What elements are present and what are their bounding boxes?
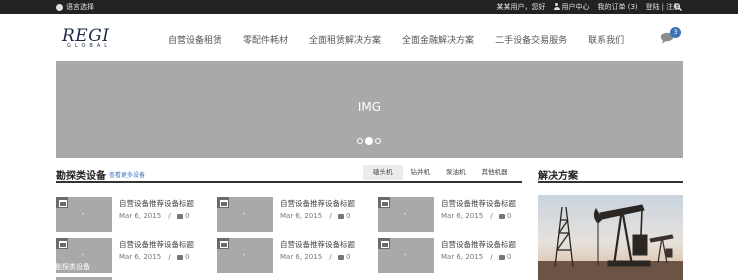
product-meta: Mar 6, 2015 / 0: [280, 212, 350, 220]
carousel-indicators: [357, 137, 381, 145]
product-date: Mar 6, 2015: [280, 253, 323, 261]
cart-icon[interactable]: [56, 197, 68, 208]
section-divider: [56, 181, 522, 183]
product-thumbnail[interactable]: *: [217, 238, 273, 273]
meta-separator: /: [168, 253, 171, 261]
nav-item-used-equipment[interactable]: 二手设备交易服务: [495, 33, 567, 46]
product-meta: Mar 6, 2015 / 0: [280, 253, 350, 261]
tab-oil-pump[interactable]: 泵油机: [438, 165, 474, 180]
solution-caption[interactable]: 勘探类设备: [0, 262, 145, 272]
tab-other-machines[interactable]: 其他机器: [474, 165, 516, 180]
globe-icon: [56, 3, 63, 11]
login-link[interactable]: 登陆: [646, 0, 660, 14]
greeting-text: 某某用户，您好: [496, 3, 546, 11]
solutions-divider: [538, 181, 683, 183]
carousel-dot[interactable]: [357, 138, 363, 144]
product-date: Mar 6, 2015: [280, 212, 323, 220]
product-date: Mar 6, 2015: [119, 212, 162, 220]
logo-wordmark: REGI: [62, 26, 110, 46]
language-label[interactable]: 语言选择: [66, 0, 94, 14]
user-center-link[interactable]: 用户中心: [553, 0, 590, 14]
carousel-dot[interactable]: [375, 138, 381, 144]
nav-item-leasing-solutions[interactable]: 全面租赁解决方案: [309, 33, 381, 46]
language-selector[interactable]: 语言选择: [56, 0, 94, 14]
meta-separator: /: [329, 253, 332, 261]
top-bar: 语言选择 某某用户，您好 用户中心 我的订单 (3) 登陆 | 注册: [0, 0, 738, 14]
cart-icon[interactable]: [378, 197, 390, 208]
cart-icon[interactable]: [217, 197, 229, 208]
product-thumbnail[interactable]: *: [217, 197, 273, 232]
solution-image[interactable]: [538, 195, 683, 280]
view-more-link[interactable]: 查看更多设备: [109, 170, 145, 179]
user-icon: [553, 3, 560, 10]
meta-separator: /: [168, 212, 171, 220]
product-title[interactable]: 自营设备推荐设备标题: [441, 239, 516, 250]
comment-count: 0: [184, 253, 190, 261]
solutions-title: 解决方案: [538, 171, 578, 182]
message-count-badge: 3: [670, 27, 681, 38]
nav-item-finance-solutions[interactable]: 全面金融解决方案: [402, 33, 474, 46]
product-title[interactable]: 自营设备推荐设备标题: [280, 198, 355, 209]
user-center-label[interactable]: 用户中心: [562, 3, 590, 11]
banner-image-label: IMG: [357, 100, 382, 114]
product-thumbnail[interactable]: *: [378, 238, 434, 273]
comment-icon: [176, 213, 183, 219]
cart-icon[interactable]: [56, 238, 68, 249]
category-tabs: 磕头机 钻井机 泵油机 其他机器: [363, 165, 516, 180]
nav-item-parts[interactable]: 零配件耗材: [243, 33, 288, 46]
cart-icon[interactable]: [217, 238, 229, 249]
comment-icon: [498, 213, 505, 219]
product-thumbnail[interactable]: *: [56, 197, 112, 232]
comment-count: 0: [184, 212, 190, 220]
product-title[interactable]: 自营设备推荐设备标题: [441, 198, 516, 209]
auth-separator: |: [661, 3, 664, 11]
search-icon[interactable]: [674, 3, 682, 11]
product-meta: Mar 6, 2015 / 0: [119, 253, 189, 261]
product-title[interactable]: 自营设备推荐设备标题: [119, 198, 194, 209]
comment-icon: [337, 213, 344, 219]
comment-icon: [337, 254, 344, 260]
product-title[interactable]: 自营设备推荐设备标题: [119, 239, 194, 250]
logo-subtitle: GLOBAL: [67, 43, 112, 49]
product-date: Mar 6, 2015: [119, 253, 162, 261]
tab-drilling-rig[interactable]: 钻井机: [403, 165, 439, 180]
comment-icon: [176, 254, 183, 260]
comment-count: 0: [506, 253, 512, 261]
product-meta: Mar 6, 2015 / 0: [119, 212, 189, 220]
comment-icon: [498, 254, 505, 260]
product-meta: Mar 6, 2015 / 0: [441, 253, 511, 261]
product-meta: Mar 6, 2015 / 0: [441, 212, 511, 220]
cart-icon[interactable]: [378, 238, 390, 249]
product-title[interactable]: 自营设备推荐设备标题: [280, 239, 355, 250]
product-date: Mar 6, 2015: [441, 253, 484, 261]
comment-count: 0: [345, 253, 351, 261]
main-nav: 自营设备租赁 零配件耗材 全面租赁解决方案 全面金融解决方案 二手设备交易服务 …: [168, 33, 645, 46]
tab-pump-jack[interactable]: 磕头机: [363, 165, 403, 180]
my-orders-link[interactable]: 我的订单 (3): [598, 0, 638, 14]
nav-item-contact[interactable]: 联系我们: [588, 33, 624, 46]
comment-count: 0: [506, 212, 512, 220]
nav-item-equipment-rental[interactable]: 自营设备租赁: [168, 33, 222, 46]
meta-separator: /: [329, 212, 332, 220]
meta-separator: /: [490, 212, 493, 220]
logo[interactable]: REGI GLOBAL: [62, 26, 124, 50]
carousel-dot-active[interactable]: [365, 137, 373, 145]
comment-count: 0: [345, 212, 351, 220]
product-date: Mar 6, 2015: [441, 212, 484, 220]
product-thumbnail[interactable]: *: [378, 197, 434, 232]
section-title: 勘探类设备: [56, 171, 106, 182]
account-links: 某某用户，您好 用户中心 我的订单 (3) 登陆 | 注册: [496, 0, 680, 14]
meta-separator: /: [490, 253, 493, 261]
